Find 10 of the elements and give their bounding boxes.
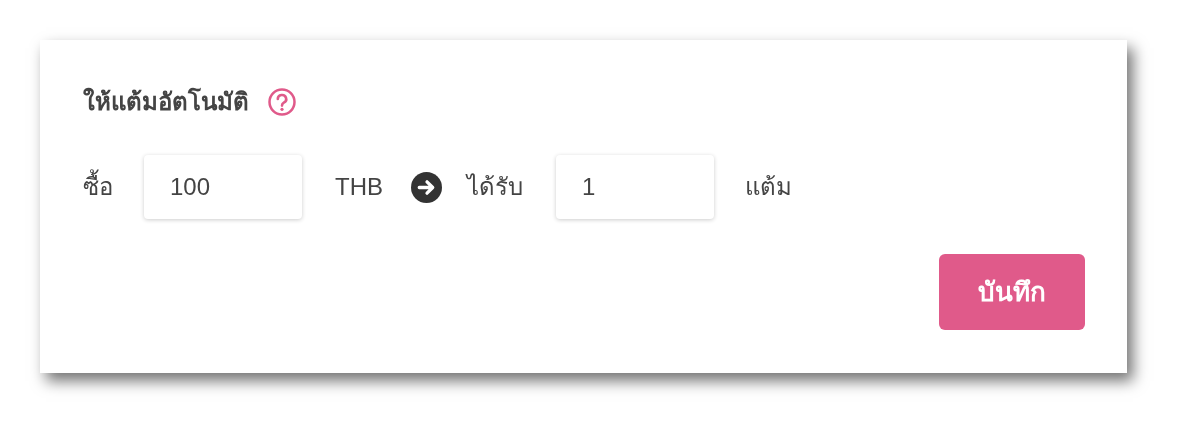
save-button[interactable]: บันทึก bbox=[939, 254, 1085, 330]
currency-label: THB bbox=[335, 172, 383, 202]
amount-field[interactable]: 100 bbox=[144, 155, 302, 219]
receive-label: ได้รับ bbox=[467, 172, 523, 202]
arrow-right-icon bbox=[411, 171, 442, 203]
points-unit-label: แต้ม bbox=[745, 172, 792, 202]
buy-label: ซื้อ bbox=[83, 169, 113, 205]
section-title: ให้แต้มอัตโนมัติ bbox=[83, 86, 249, 117]
help-icon[interactable] bbox=[267, 87, 297, 117]
points-field[interactable]: 1 bbox=[556, 155, 714, 219]
